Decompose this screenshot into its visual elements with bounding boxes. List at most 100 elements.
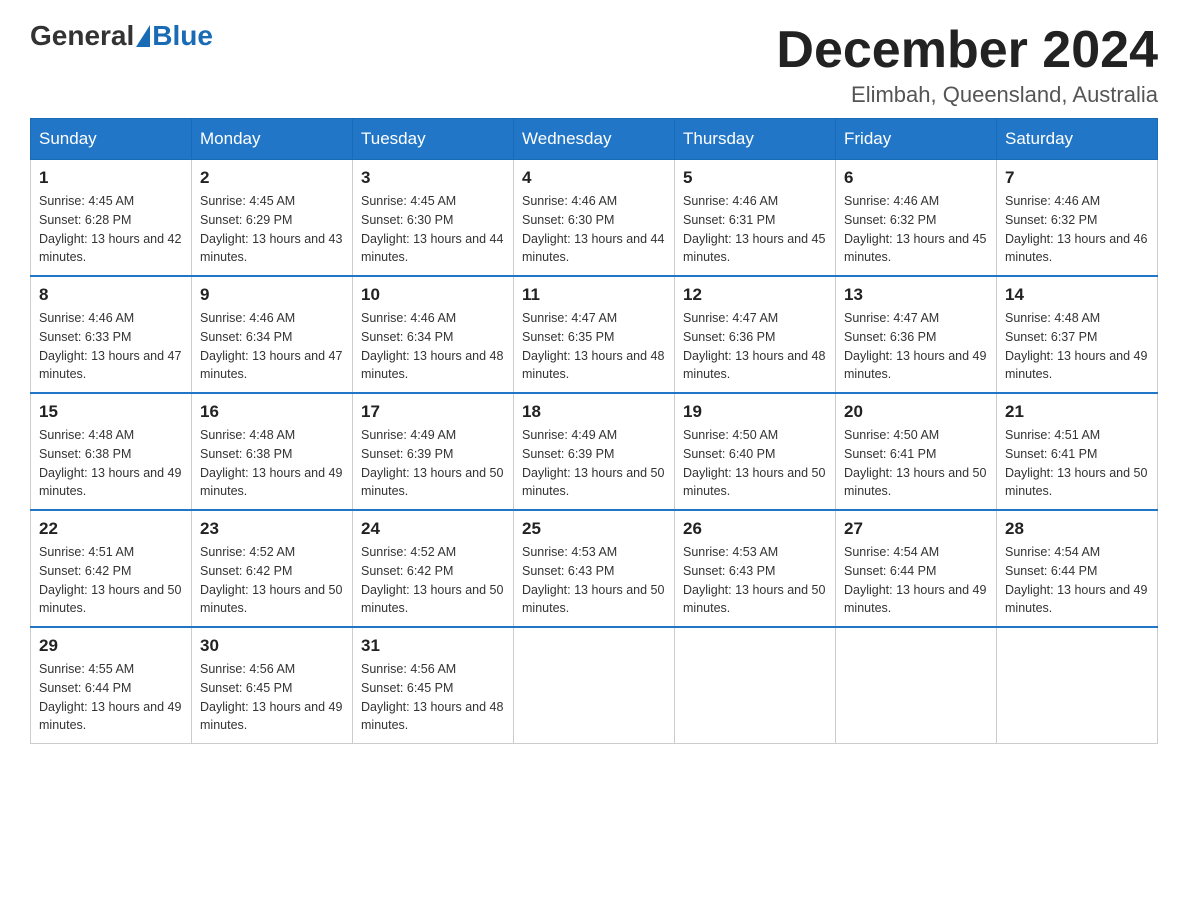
day-info: Sunrise: 4:51 AMSunset: 6:41 PMDaylight:… <box>1005 426 1149 501</box>
logo-general-text: General <box>30 20 134 52</box>
day-number: 29 <box>39 636 183 656</box>
day-number: 16 <box>200 402 344 422</box>
day-number: 8 <box>39 285 183 305</box>
calendar-day-cell: 26 Sunrise: 4:53 AMSunset: 6:43 PMDayligh… <box>675 510 836 627</box>
day-number: 27 <box>844 519 988 539</box>
calendar-header-saturday: Saturday <box>997 119 1158 160</box>
logo-triangle-icon <box>136 25 150 47</box>
calendar-day-cell: 14 Sunrise: 4:48 AMSunset: 6:37 PMDayligh… <box>997 276 1158 393</box>
calendar-header-friday: Friday <box>836 119 997 160</box>
day-number: 24 <box>361 519 505 539</box>
day-info: Sunrise: 4:56 AMSunset: 6:45 PMDaylight:… <box>200 660 344 735</box>
calendar-day-cell: 27 Sunrise: 4:54 AMSunset: 6:44 PMDayligh… <box>836 510 997 627</box>
calendar-day-cell: 11Sunrise: 4:47 AMSunset: 6:35 PMDayligh… <box>514 276 675 393</box>
day-info: Sunrise: 4:51 AMSunset: 6:42 PMDaylight:… <box>39 543 183 618</box>
calendar-day-cell: 4 Sunrise: 4:46 AMSunset: 6:30 PMDaylight… <box>514 160 675 277</box>
day-info: Sunrise: 4:46 AMSunset: 6:30 PMDaylight:… <box>522 192 666 267</box>
calendar-week-row: 1Sunrise: 4:45 AMSunset: 6:28 PMDaylight… <box>31 160 1158 277</box>
day-number: 3 <box>361 168 505 188</box>
calendar-header-sunday: Sunday <box>31 119 192 160</box>
calendar-day-cell: 30 Sunrise: 4:56 AMSunset: 6:45 PMDayligh… <box>192 627 353 744</box>
day-number: 26 <box>683 519 827 539</box>
day-info: Sunrise: 4:49 AMSunset: 6:39 PMDaylight:… <box>522 426 666 501</box>
logo-blue-text: Blue <box>152 20 213 52</box>
calendar-table: SundayMondayTuesdayWednesdayThursdayFrid… <box>30 118 1158 744</box>
day-number: 13 <box>844 285 988 305</box>
page-header: General Blue December 2024 Elimbah, Quee… <box>30 20 1158 108</box>
day-info: Sunrise: 4:52 AMSunset: 6:42 PMDaylight:… <box>361 543 505 618</box>
calendar-day-cell <box>836 627 997 744</box>
location-subtitle: Elimbah, Queensland, Australia <box>776 82 1158 108</box>
calendar-day-cell: 10Sunrise: 4:46 AMSunset: 6:34 PMDayligh… <box>353 276 514 393</box>
calendar-day-cell: 3 Sunrise: 4:45 AMSunset: 6:30 PMDaylight… <box>353 160 514 277</box>
day-info: Sunrise: 4:46 AMSunset: 6:34 PMDaylight:… <box>361 309 505 384</box>
day-info: Sunrise: 4:50 AMSunset: 6:40 PMDaylight:… <box>683 426 827 501</box>
month-title: December 2024 <box>776 20 1158 80</box>
day-number: 2 <box>200 168 344 188</box>
calendar-day-cell: 24 Sunrise: 4:52 AMSunset: 6:42 PMDayligh… <box>353 510 514 627</box>
calendar-day-cell <box>514 627 675 744</box>
calendar-header-wednesday: Wednesday <box>514 119 675 160</box>
calendar-day-cell <box>997 627 1158 744</box>
day-number: 12 <box>683 285 827 305</box>
day-info: Sunrise: 4:46 AMSunset: 6:32 PMDaylight:… <box>1005 192 1149 267</box>
day-info: Sunrise: 4:45 AMSunset: 6:28 PMDaylight:… <box>39 192 183 267</box>
day-number: 18 <box>522 402 666 422</box>
day-number: 19 <box>683 402 827 422</box>
calendar-header-monday: Monday <box>192 119 353 160</box>
calendar-week-row: 8 Sunrise: 4:46 AMSunset: 6:33 PMDaylight… <box>31 276 1158 393</box>
day-info: Sunrise: 4:50 AMSunset: 6:41 PMDaylight:… <box>844 426 988 501</box>
day-info: Sunrise: 4:46 AMSunset: 6:32 PMDaylight:… <box>844 192 988 267</box>
calendar-header-tuesday: Tuesday <box>353 119 514 160</box>
day-info: Sunrise: 4:47 AMSunset: 6:35 PMDaylight:… <box>522 309 666 384</box>
calendar-day-cell: 8 Sunrise: 4:46 AMSunset: 6:33 PMDaylight… <box>31 276 192 393</box>
calendar-day-cell: 25Sunrise: 4:53 AMSunset: 6:43 PMDayligh… <box>514 510 675 627</box>
day-info: Sunrise: 4:55 AMSunset: 6:44 PMDaylight:… <box>39 660 183 735</box>
day-info: Sunrise: 4:54 AMSunset: 6:44 PMDaylight:… <box>844 543 988 618</box>
day-number: 20 <box>844 402 988 422</box>
calendar-day-cell: 19 Sunrise: 4:50 AMSunset: 6:40 PMDayligh… <box>675 393 836 510</box>
day-info: Sunrise: 4:45 AMSunset: 6:30 PMDaylight:… <box>361 192 505 267</box>
day-number: 6 <box>844 168 988 188</box>
calendar-week-row: 29 Sunrise: 4:55 AMSunset: 6:44 PMDayligh… <box>31 627 1158 744</box>
day-number: 31 <box>361 636 505 656</box>
calendar-day-cell: 31Sunrise: 4:56 AMSunset: 6:45 PMDayligh… <box>353 627 514 744</box>
day-info: Sunrise: 4:46 AMSunset: 6:34 PMDaylight:… <box>200 309 344 384</box>
day-number: 28 <box>1005 519 1149 539</box>
calendar-day-cell: 15Sunrise: 4:48 AMSunset: 6:38 PMDayligh… <box>31 393 192 510</box>
day-info: Sunrise: 4:49 AMSunset: 6:39 PMDaylight:… <box>361 426 505 501</box>
day-info: Sunrise: 4:53 AMSunset: 6:43 PMDaylight:… <box>683 543 827 618</box>
day-number: 30 <box>200 636 344 656</box>
calendar-day-cell: 12 Sunrise: 4:47 AMSunset: 6:36 PMDayligh… <box>675 276 836 393</box>
day-info: Sunrise: 4:53 AMSunset: 6:43 PMDaylight:… <box>522 543 666 618</box>
calendar-day-cell: 18 Sunrise: 4:49 AMSunset: 6:39 PMDayligh… <box>514 393 675 510</box>
day-number: 9 <box>200 285 344 305</box>
day-number: 14 <box>1005 285 1149 305</box>
calendar-week-row: 15Sunrise: 4:48 AMSunset: 6:38 PMDayligh… <box>31 393 1158 510</box>
calendar-day-cell: 13Sunrise: 4:47 AMSunset: 6:36 PMDayligh… <box>836 276 997 393</box>
calendar-day-cell: 20 Sunrise: 4:50 AMSunset: 6:41 PMDayligh… <box>836 393 997 510</box>
day-info: Sunrise: 4:45 AMSunset: 6:29 PMDaylight:… <box>200 192 344 267</box>
calendar-day-cell: 21 Sunrise: 4:51 AMSunset: 6:41 PMDayligh… <box>997 393 1158 510</box>
calendar-day-cell: 1Sunrise: 4:45 AMSunset: 6:28 PMDaylight… <box>31 160 192 277</box>
day-info: Sunrise: 4:47 AMSunset: 6:36 PMDaylight:… <box>683 309 827 384</box>
calendar-day-cell: 5 Sunrise: 4:46 AMSunset: 6:31 PMDaylight… <box>675 160 836 277</box>
day-number: 4 <box>522 168 666 188</box>
day-info: Sunrise: 4:48 AMSunset: 6:37 PMDaylight:… <box>1005 309 1149 384</box>
day-number: 5 <box>683 168 827 188</box>
day-number: 15 <box>39 402 183 422</box>
title-area: December 2024 Elimbah, Queensland, Austr… <box>776 20 1158 108</box>
day-number: 21 <box>1005 402 1149 422</box>
calendar-day-cell <box>675 627 836 744</box>
day-info: Sunrise: 4:46 AMSunset: 6:31 PMDaylight:… <box>683 192 827 267</box>
calendar-day-cell: 6 Sunrise: 4:46 AMSunset: 6:32 PMDaylight… <box>836 160 997 277</box>
calendar-day-cell: 9 Sunrise: 4:46 AMSunset: 6:34 PMDaylight… <box>192 276 353 393</box>
calendar-day-cell: 17 Sunrise: 4:49 AMSunset: 6:39 PMDayligh… <box>353 393 514 510</box>
calendar-day-cell: 7Sunrise: 4:46 AMSunset: 6:32 PMDaylight… <box>997 160 1158 277</box>
calendar-day-cell: 28 Sunrise: 4:54 AMSunset: 6:44 PMDayligh… <box>997 510 1158 627</box>
calendar-day-cell: 23Sunrise: 4:52 AMSunset: 6:42 PMDayligh… <box>192 510 353 627</box>
day-number: 17 <box>361 402 505 422</box>
day-info: Sunrise: 4:46 AMSunset: 6:33 PMDaylight:… <box>39 309 183 384</box>
day-info: Sunrise: 4:54 AMSunset: 6:44 PMDaylight:… <box>1005 543 1149 618</box>
calendar-day-cell: 22Sunrise: 4:51 AMSunset: 6:42 PMDayligh… <box>31 510 192 627</box>
